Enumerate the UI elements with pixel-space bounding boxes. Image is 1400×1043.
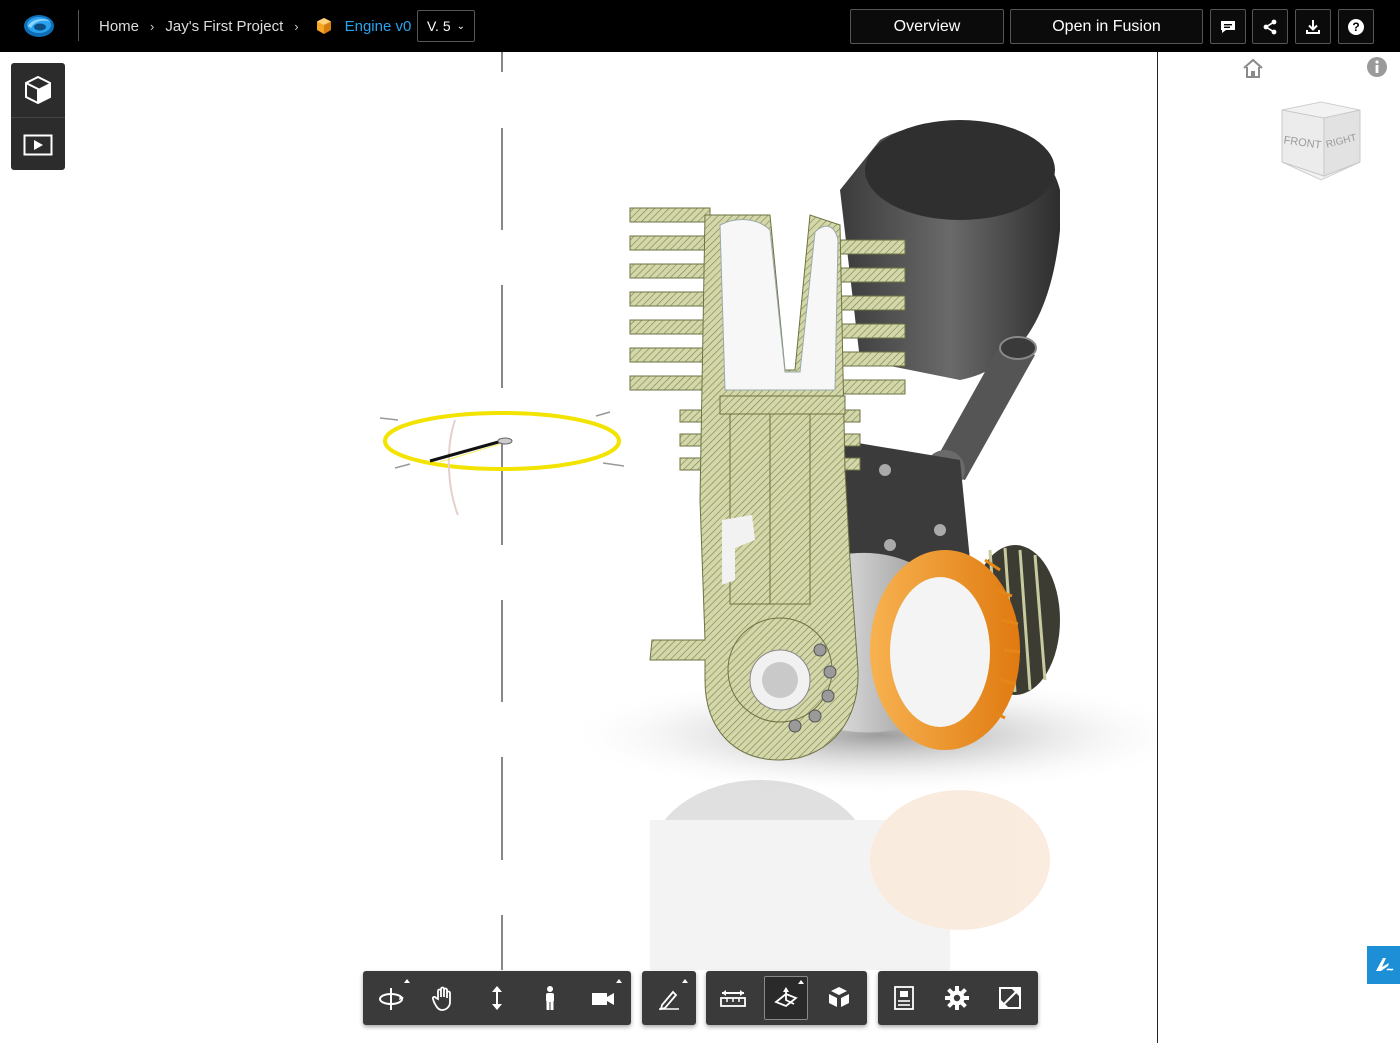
hand-icon: [431, 986, 451, 1011]
markup-tool[interactable]: [647, 976, 691, 1020]
section-plane-icon: [774, 987, 798, 1008]
flyout-indicator: [798, 980, 804, 984]
video-camera-icon: [592, 993, 614, 1005]
design-cube-icon: [316, 18, 331, 34]
pen-icon: [659, 990, 679, 1011]
chevron-right-icon: ›: [150, 18, 155, 34]
first-person-tool[interactable]: [528, 976, 572, 1020]
3d-viewport[interactable]: [0, 52, 1157, 1043]
svg-text:?: ?: [1352, 20, 1359, 34]
model-browser-icon: [894, 986, 914, 1010]
comment-icon: [1221, 20, 1235, 33]
settings-toolbar: [878, 971, 1038, 1025]
breadcrumb-project[interactable]: Jay's First Project: [165, 18, 283, 35]
viewport-divider: [1157, 52, 1158, 1043]
open-in-fusion-label: Open in Fusion: [1052, 17, 1161, 35]
navigation-toolbar: [363, 971, 631, 1025]
help-icon: ?: [1348, 18, 1364, 35]
chevron-right-icon: ›: [294, 18, 299, 34]
feedback-button[interactable]: [1367, 946, 1400, 984]
share-button[interactable]: [1252, 9, 1288, 44]
section-analysis-tool[interactable]: [764, 976, 808, 1020]
measure-tool[interactable]: [711, 976, 755, 1020]
orbit-icon: [379, 988, 404, 1010]
inspect-toolbar: [706, 971, 867, 1025]
download-button[interactable]: [1295, 9, 1331, 44]
explode-tool[interactable]: [817, 976, 861, 1020]
chevron-down-icon: ⌄: [456, 20, 465, 32]
breadcrumb-home[interactable]: Home: [99, 18, 139, 35]
info-icon[interactable]: [1366, 56, 1388, 78]
zoom-arrows-icon: [492, 986, 502, 1010]
logo-icon[interactable]: [22, 10, 56, 40]
flyout-indicator: [616, 979, 622, 983]
overview-label: Overview: [893, 17, 961, 35]
person-icon: [546, 986, 554, 1010]
flyout-indicator: [682, 979, 688, 983]
comments-button[interactable]: [1210, 9, 1246, 44]
home-view-icon[interactable]: [1241, 57, 1265, 79]
version-dropdown[interactable]: V. 5 ⌄: [417, 10, 475, 42]
dolly-tool[interactable]: [475, 976, 519, 1020]
viewcube[interactable]: FRONT RIGHT: [1276, 98, 1366, 186]
model-browser-tool[interactable]: [882, 976, 926, 1020]
overview-button[interactable]: Overview: [850, 9, 1004, 44]
open-in-fusion-button[interactable]: Open in Fusion: [1010, 9, 1203, 44]
share-icon: [1263, 19, 1277, 34]
ruler-icon: [720, 990, 746, 1007]
help-button[interactable]: ?: [1338, 9, 1374, 44]
sign-pen-icon: [1375, 958, 1394, 971]
breadcrumb: Home › Jay's First Project › Engine v0: [99, 0, 411, 52]
version-label: V. 5: [426, 18, 451, 34]
camera-tool[interactable]: [581, 976, 625, 1020]
breadcrumb-current-design[interactable]: Engine v0: [345, 18, 412, 35]
gear-icon: [945, 986, 969, 1010]
fullscreen-icon: [999, 987, 1021, 1009]
flyout-indicator: [404, 979, 410, 983]
divider: [78, 10, 79, 41]
orbit-tool[interactable]: [369, 976, 413, 1020]
engine-model-render[interactable]: [0, 52, 1157, 1043]
pan-tool[interactable]: [422, 976, 466, 1020]
fullscreen-tool[interactable]: [988, 976, 1032, 1020]
settings-tool[interactable]: [935, 976, 979, 1020]
markup-toolbar: [642, 971, 696, 1025]
top-bar: Home › Jay's First Project › Engine v0 V…: [0, 0, 1400, 52]
explode-cube-icon: [829, 987, 849, 1007]
download-icon: [1306, 19, 1320, 34]
